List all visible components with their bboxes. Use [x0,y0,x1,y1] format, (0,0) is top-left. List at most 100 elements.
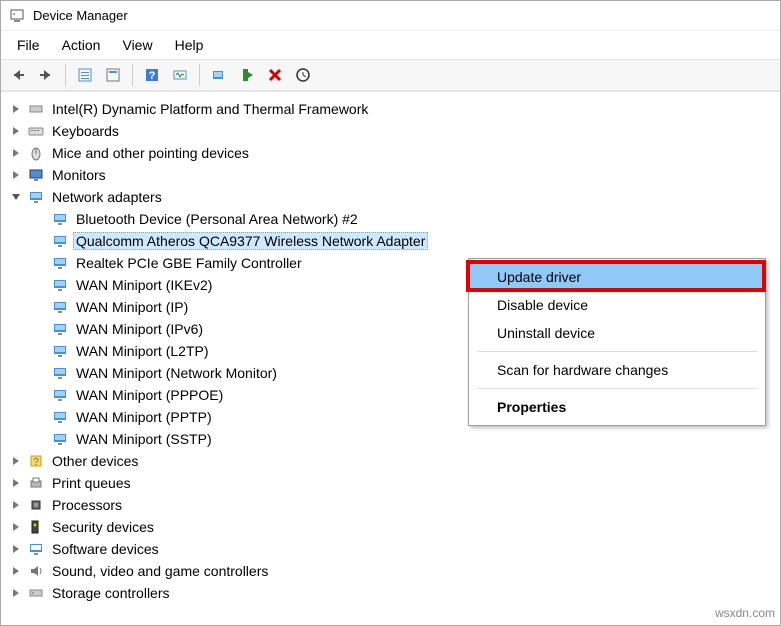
network-adapter-icon [51,277,69,293]
tree-label: Qualcomm Atheros QCA9377 Wireless Networ… [73,232,428,250]
tree-item-security-devices[interactable]: Security devices [5,516,780,538]
tree-label: WAN Miniport (L2TP) [73,342,212,360]
ctx-uninstall-device[interactable]: Uninstall device [469,319,765,347]
tree-label: Software devices [49,540,162,558]
tree-item-other-devices[interactable]: ? Other devices [5,450,780,472]
tree-label: Keyboards [49,122,122,140]
toolbar: ? [1,59,780,91]
scan-hardware-button[interactable] [167,62,193,88]
network-adapter-icon [51,321,69,337]
expand-icon[interactable] [9,564,23,578]
tree-item-sound[interactable]: Sound, video and game controllers [5,560,780,582]
tree-label: WAN Miniport (IKEv2) [73,276,215,294]
tree-item-monitors[interactable]: Monitors [5,164,780,186]
storage-icon [27,585,45,601]
tree-label: WAN Miniport (SSTP) [73,430,215,448]
tree-item-network-adapters[interactable]: Network adapters [5,186,780,208]
tree-label: Realtek PCIe GBE Family Controller [73,254,305,272]
ctx-disable-device[interactable]: Disable device [469,291,765,319]
tree-item-wan-sstp[interactable]: WAN Miniport (SSTP) [29,428,780,450]
tree-label: Security devices [49,518,157,536]
disable-device-button[interactable] [290,62,316,88]
ctx-separator [477,388,757,389]
tree-item-bluetooth-device[interactable]: Bluetooth Device (Personal Area Network)… [29,208,780,230]
expand-icon[interactable] [9,102,23,116]
toolbar-separator [132,64,133,86]
svg-text:?: ? [149,70,156,82]
window-title: Device Manager [33,8,128,23]
enable-device-button[interactable] [234,62,260,88]
toolbar-separator [199,64,200,86]
watermark: wsxdn.com [715,606,775,620]
network-adapter-icon [51,431,69,447]
network-adapter-icon [51,233,69,249]
expand-icon[interactable] [9,124,23,138]
tree-item-intel-dynamic[interactable]: Intel(R) Dynamic Platform and Thermal Fr… [5,98,780,120]
tree-label: WAN Miniport (IP) [73,298,191,316]
properties-button[interactable] [100,62,126,88]
ctx-properties[interactable]: Properties [469,393,765,421]
printer-icon [27,475,45,491]
expand-icon[interactable] [9,454,23,468]
menu-view[interactable]: View [112,33,162,57]
toolbar-separator [65,64,66,86]
tree-item-processors[interactable]: Processors [5,494,780,516]
expand-icon[interactable] [9,520,23,534]
tree-label: Print queues [49,474,134,492]
menu-action[interactable]: Action [52,33,111,57]
uninstall-device-button[interactable] [262,62,288,88]
tree-label: Mice and other pointing devices [49,144,252,162]
expand-icon[interactable] [9,586,23,600]
expand-icon[interactable] [9,498,23,512]
collapse-icon[interactable] [9,190,23,204]
monitor-icon [27,167,45,183]
tree-item-mice[interactable]: Mice and other pointing devices [5,142,780,164]
svg-text:?: ? [33,457,39,468]
tree-item-storage[interactable]: Storage controllers [5,582,780,604]
sound-icon [27,563,45,579]
ctx-scan-hardware[interactable]: Scan for hardware changes [469,356,765,384]
network-adapter-icon [51,299,69,315]
expand-icon[interactable] [9,146,23,160]
network-icon [27,189,45,205]
tree-item-keyboards[interactable]: Keyboards [5,120,780,142]
network-adapter-icon [51,255,69,271]
mouse-icon [27,145,45,161]
expand-icon[interactable] [9,168,23,182]
title-bar: Device Manager [1,1,780,31]
keyboard-icon [27,123,45,139]
network-adapter-icon [51,343,69,359]
software-icon [27,541,45,557]
tree-label: Network adapters [49,188,165,206]
tree-label: WAN Miniport (PPTP) [73,408,215,426]
tree-item-software-devices[interactable]: Software devices [5,538,780,560]
security-icon [27,519,45,535]
ctx-separator [477,351,757,352]
menu-file[interactable]: File [7,33,50,57]
tree-label: Other devices [49,452,141,470]
tree-label: Storage controllers [49,584,173,602]
other-device-icon: ? [27,453,45,469]
back-button[interactable] [5,62,31,88]
tree-label: Intel(R) Dynamic Platform and Thermal Fr… [49,100,371,118]
tree-item-qualcomm-atheros[interactable]: Qualcomm Atheros QCA9377 Wireless Networ… [29,230,780,252]
tree-label: WAN Miniport (IPv6) [73,320,206,338]
network-adapter-icon [51,409,69,425]
network-adapter-icon [51,365,69,381]
update-driver-button[interactable] [206,62,232,88]
menu-help[interactable]: Help [165,33,214,57]
help-button[interactable]: ? [139,62,165,88]
forward-button[interactable] [33,62,59,88]
cpu-icon [27,497,45,513]
tree-label: Monitors [49,166,109,184]
show-hide-tree-button[interactable] [72,62,98,88]
expand-icon[interactable] [9,542,23,556]
menu-bar: File Action View Help [1,31,780,59]
tree-label: Processors [49,496,125,514]
context-menu: Update driver Disable device Uninstall d… [468,258,766,426]
expand-icon[interactable] [9,476,23,490]
tree-item-print-queues[interactable]: Print queues [5,472,780,494]
ctx-update-driver[interactable]: Update driver [469,263,765,291]
network-adapter-icon [51,211,69,227]
tree-label: WAN Miniport (PPPOE) [73,386,226,404]
